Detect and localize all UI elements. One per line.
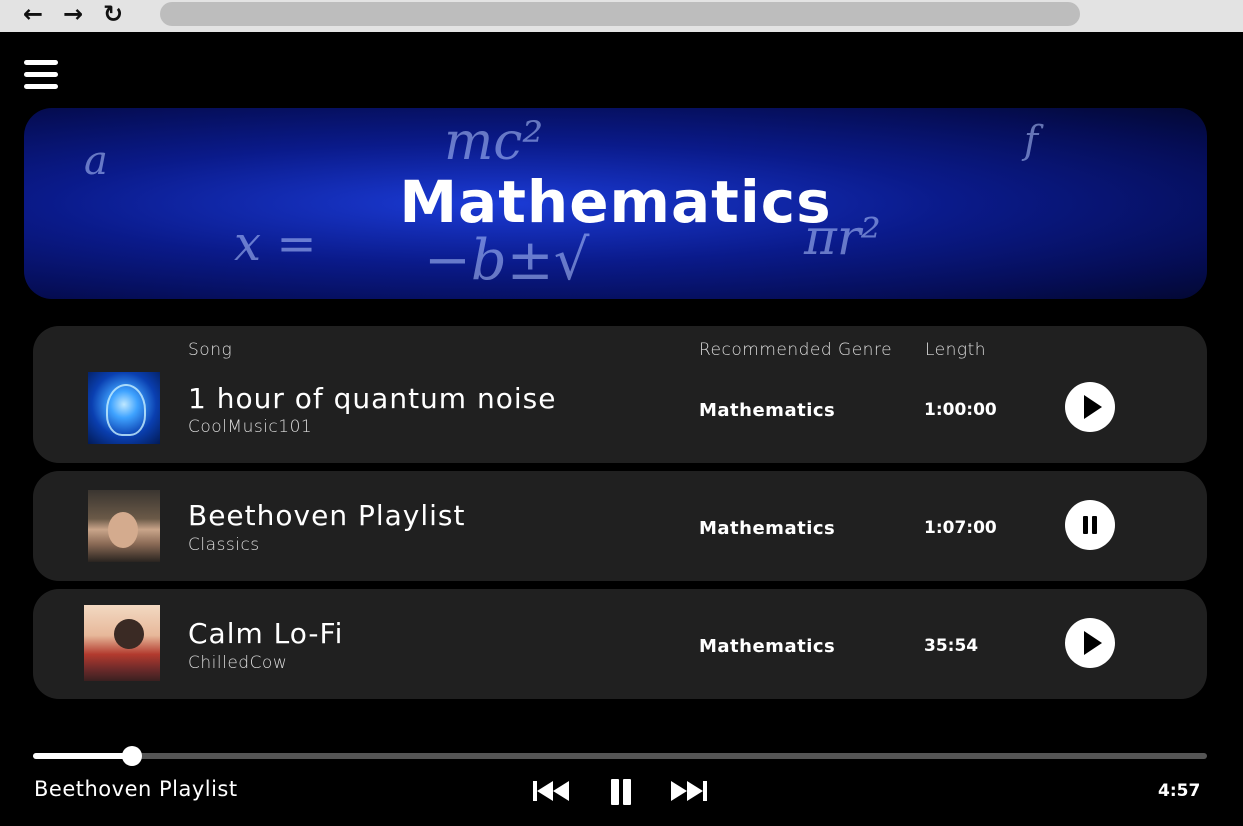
song-genre: Mathematics — [699, 518, 836, 539]
arrow-right-icon[interactable]: → — [60, 2, 86, 26]
song-length: 1:07:00 — [924, 518, 997, 538]
play-button[interactable] — [1065, 382, 1115, 432]
song-artist: Classics — [188, 535, 260, 555]
skip-back-icon[interactable] — [533, 779, 571, 805]
song-title: Beethoven Playlist — [188, 499, 466, 532]
browser-toolbar: ← → ↻ — [0, 0, 1243, 32]
play-icon — [1084, 395, 1102, 419]
song-thumbnail — [84, 605, 160, 681]
song-row[interactable]: Beethoven Playlist Classics Mathematics … — [33, 471, 1207, 581]
song-thumbnail — [88, 372, 160, 444]
pause-icon — [1083, 516, 1088, 534]
hamburger-menu-icon[interactable] — [24, 60, 58, 90]
skip-forward-icon[interactable] — [671, 779, 709, 805]
page-title: Mathematics — [399, 168, 832, 236]
column-header-song: Song — [188, 340, 233, 360]
song-row[interactable]: Song Recommended Genre Length 1 hour of … — [33, 326, 1207, 463]
play-icon — [1084, 631, 1102, 655]
banner-decor-text: mc² — [444, 112, 544, 172]
column-header-length: Length — [925, 340, 987, 360]
song-artist: CoolMusic101 — [188, 417, 313, 437]
song-title: Calm Lo-Fi — [188, 617, 344, 650]
song-genre: Mathematics — [699, 400, 836, 421]
pause-button[interactable] — [1065, 500, 1115, 550]
play-button[interactable] — [1065, 618, 1115, 668]
song-title: 1 hour of quantum noise — [188, 382, 557, 415]
genre-banner: mc² x = −b±√ πr² a f Mathematics — [24, 108, 1207, 299]
arrow-left-icon[interactable]: ← — [20, 2, 46, 26]
banner-decor-text: f — [1024, 118, 1039, 162]
pause-icon[interactable] — [609, 779, 633, 805]
progress-fill — [33, 753, 132, 759]
song-thumbnail — [88, 490, 160, 562]
progress-slider[interactable] — [33, 746, 1207, 766]
column-header-genre: Recommended Genre — [699, 340, 893, 360]
banner-decor-text: −b±√ — [424, 228, 590, 293]
address-bar[interactable] — [160, 2, 1080, 26]
time-remaining: 4:57 — [1158, 781, 1201, 801]
reload-icon[interactable]: ↻ — [100, 2, 126, 26]
song-genre: Mathematics — [699, 636, 836, 657]
song-length: 1:00:00 — [924, 400, 997, 420]
song-row[interactable]: Calm Lo-Fi ChilledCow Mathematics 35:54 — [33, 589, 1207, 699]
now-playing-title: Beethoven Playlist — [34, 777, 238, 801]
song-artist: ChilledCow — [188, 653, 288, 673]
song-length: 35:54 — [924, 636, 979, 656]
progress-handle[interactable] — [121, 746, 142, 766]
